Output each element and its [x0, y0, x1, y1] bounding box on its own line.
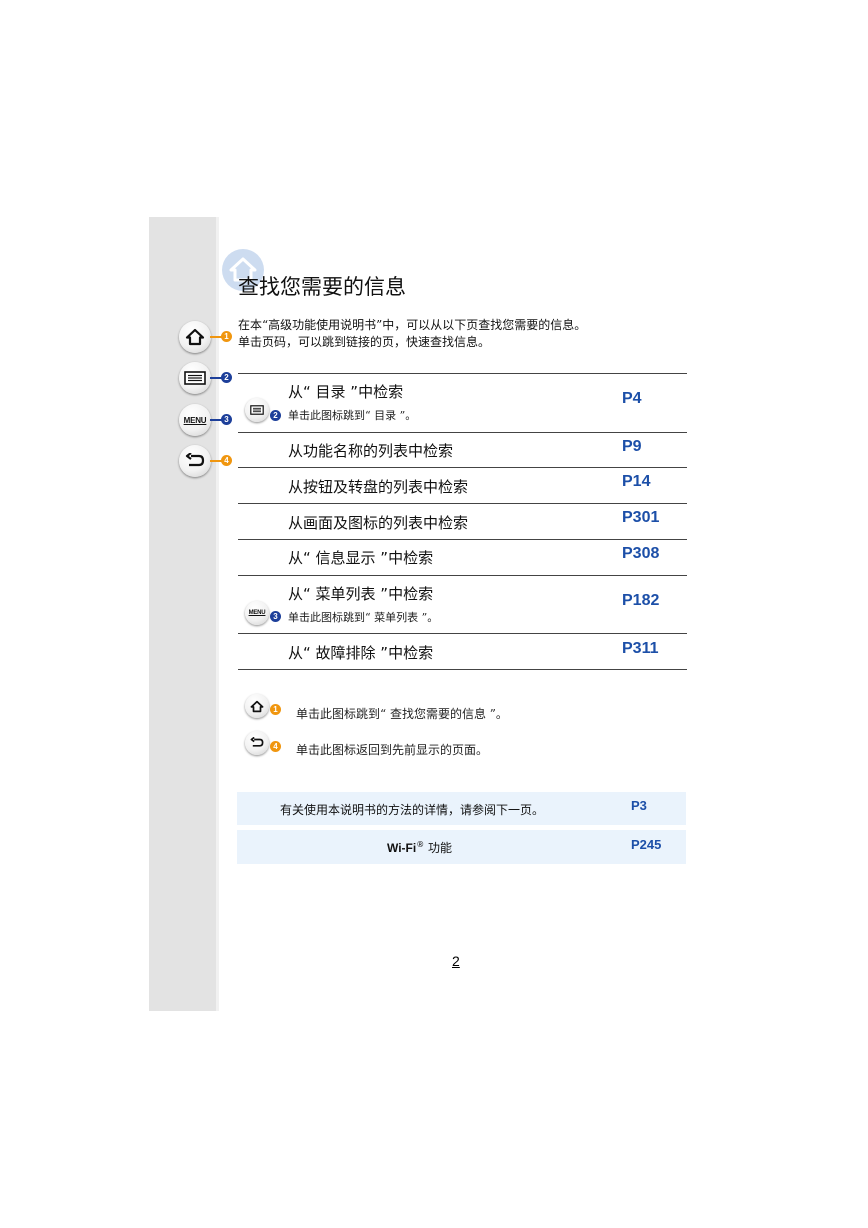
badge-4: 4 [221, 455, 232, 466]
row-badge: 2 [270, 410, 281, 421]
row-menu-icon-button: MENU [245, 601, 269, 625]
menu-icon: MENU [248, 610, 266, 616]
info-box-text: 有关使用本说明书的方法的详情，请参阅下一页。 [280, 803, 545, 817]
back-arrow-icon [185, 453, 205, 467]
intro-text: 在本“高级功能使用说明书”中，可以从以下页查找您需要的信息。 单击页码，可以跳到… [238, 317, 586, 351]
row-title: 从“ 目录 ”中检索 [288, 383, 404, 401]
legend-text: 单击此图标跳到“ 查找您需要的信息 ”。 [296, 707, 508, 721]
list-icon [184, 371, 206, 385]
wifi-suffix: 功能 [424, 841, 453, 855]
page-link[interactable]: P3 [631, 798, 647, 813]
row-title: 从画面及图标的列表中检索 [288, 514, 469, 532]
back-button[interactable] [179, 445, 211, 477]
info-box-usage[interactable]: 有关使用本说明书的方法的详情，请参阅下一页。 [237, 792, 686, 825]
row-title: 从“ 故障排除 ”中检索 [288, 644, 434, 662]
intro-line-2: 单击页码，可以跳到链接的页，快速查找信息。 [238, 335, 491, 349]
home-icon [185, 328, 205, 346]
page-link[interactable]: P4 [622, 390, 642, 408]
page-link[interactable]: P9 [622, 438, 642, 456]
badge-2: 2 [221, 372, 232, 383]
row-divider [238, 669, 687, 670]
home-icon [250, 700, 264, 712]
row-divider [238, 432, 687, 433]
badge-3: 3 [221, 414, 232, 425]
row-divider [238, 503, 687, 504]
row-title: 从功能名称的列表中检索 [288, 442, 454, 460]
row-subtitle: 单击此图标跳到“ 菜单列表 ”。 [288, 611, 439, 624]
page-link[interactable]: P311 [622, 640, 658, 658]
wifi-label: Wi-Fi [387, 841, 417, 855]
back-arrow-icon [250, 737, 264, 747]
row-divider [238, 575, 687, 576]
contents-button[interactable] [179, 362, 211, 394]
legend-badge-4: 4 [270, 741, 281, 752]
menu-button[interactable]: MENU [179, 404, 211, 436]
list-icon [250, 405, 264, 415]
row-subtitle: 单击此图标跳到“ 目录 ”。 [288, 409, 417, 422]
row-title: 从“ 信息显示 ”中检索 [288, 549, 434, 567]
row-badge: 3 [270, 611, 281, 622]
row-divider [238, 539, 687, 540]
badge-1: 1 [221, 331, 232, 342]
legend-home-button [245, 694, 269, 718]
page-link[interactable]: P301 [622, 509, 659, 527]
legend-text: 单击此图标返回到先前显示的页面。 [296, 743, 489, 757]
legend-back-button [245, 731, 269, 755]
page-link[interactable]: P245 [631, 837, 661, 852]
row-divider [238, 373, 687, 374]
intro-line-1: 在本“高级功能使用说明书”中，可以从以下页查找您需要的信息。 [238, 318, 587, 332]
info-box-text: Wi-Fi® 功能 [387, 839, 452, 856]
home-button[interactable] [179, 321, 211, 353]
page-link[interactable]: P308 [622, 545, 659, 563]
page-number: 2 [452, 953, 460, 969]
row-divider [238, 633, 687, 634]
row-title: 从“ 菜单列表 ”中检索 [288, 585, 434, 603]
row-divider [238, 467, 687, 468]
row-title: 从按钮及转盘的列表中检索 [288, 478, 469, 496]
page-link[interactable]: P14 [622, 473, 650, 491]
page-title: 查找您需要的信息 [238, 275, 406, 299]
row-contents-icon-button [245, 398, 269, 422]
info-box-wifi[interactable]: Wi-Fi® 功能 [237, 830, 686, 864]
menu-icon: MENU [183, 415, 207, 425]
legend-badge-1: 1 [270, 704, 281, 715]
page-link[interactable]: P182 [622, 592, 659, 610]
